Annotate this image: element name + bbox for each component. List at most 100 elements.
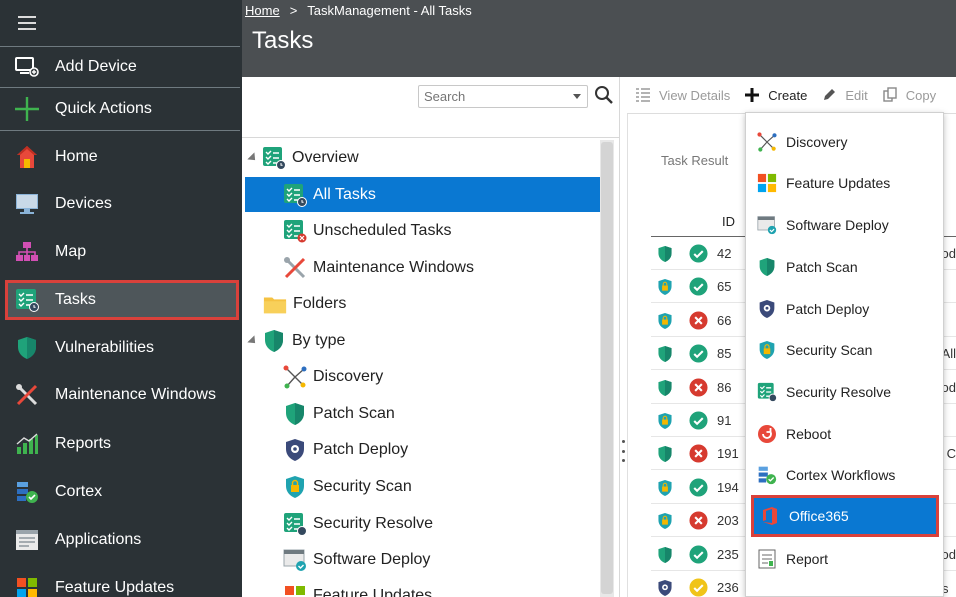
scrollbar-thumb[interactable] <box>601 142 613 594</box>
add-device-icon <box>14 54 40 80</box>
sidebar-item-quick-actions[interactable]: Quick Actions <box>0 89 242 129</box>
sidebar-item-vulnerabilities[interactable]: Vulnerabilities <box>0 329 242 367</box>
security-scan-type-icon <box>657 479 673 497</box>
tree-item-software-deploy[interactable]: Software Deploy <box>283 546 430 574</box>
sidebar-item-map[interactable]: Map <box>0 233 242 271</box>
sidebar-item-feature-updates[interactable]: Feature Updates <box>0 569 242 597</box>
tree-item-label: By type <box>292 332 346 349</box>
id-column-header[interactable]: ID <box>722 214 735 229</box>
sidebar-item-devices[interactable]: Devices <box>0 185 242 223</box>
tree-item-security-scan[interactable]: Security Scan <box>283 473 412 501</box>
list-details-icon <box>635 87 651 103</box>
task-id-cell: 66 <box>717 312 732 328</box>
page-title: Tasks <box>252 27 314 54</box>
panel-resize-grip[interactable] <box>621 440 625 462</box>
task-id-cell: 236 <box>717 580 739 595</box>
menu-item-label: Cortex Workflows <box>786 467 896 483</box>
expand-triangle-icon[interactable] <box>247 335 259 347</box>
tree-item-patch-deploy[interactable]: Patch Deploy <box>283 436 408 464</box>
patch-deploy-shield-icon <box>283 438 307 462</box>
tree-item-security-resolve[interactable]: Security Resolve <box>283 510 433 538</box>
menu-item-feature-updates[interactable]: Feature Updates <box>746 163 943 203</box>
menu-item-discovery[interactable]: Discovery <box>746 122 943 162</box>
applications-icon <box>14 527 40 553</box>
lock-shield-icon <box>757 340 777 360</box>
menu-item-label: Discovery <box>786 134 848 150</box>
menu-item-label: Office365 <box>789 508 849 524</box>
menu-item-patch-scan[interactable]: Patch Scan <box>746 247 943 287</box>
sidebar-item-reports[interactable]: Reports <box>0 425 242 463</box>
folder-icon <box>263 292 287 316</box>
tree-item-label: Patch Deploy <box>313 441 409 458</box>
sidebar-item-maintenance-windows[interactable]: Maintenance Windows <box>0 376 242 414</box>
tree-item-folders[interactable]: Folders <box>263 290 346 318</box>
app-root: Add Device Quick Actions Home Devices Ma… <box>0 0 956 597</box>
tree-item-label: Unscheduled Tasks <box>313 222 452 239</box>
breadcrumb-separator: > <box>289 3 298 18</box>
menu-item-patch-deploy[interactable]: Patch Deploy <box>746 289 943 329</box>
tree-item-all-tasks[interactable]: All Tasks <box>245 177 600 212</box>
tree-item-by-type[interactable]: By type <box>247 327 346 355</box>
breadcrumb-home-link[interactable]: Home <box>245 3 280 18</box>
tree-item-feature-updates[interactable]: Feature Updates <box>283 582 432 597</box>
status-failed-icon <box>689 378 708 397</box>
sidebar-item-label: Vulnerabilities <box>55 339 155 356</box>
edit-button[interactable]: Edit <box>821 87 868 103</box>
shield-icon <box>14 335 40 361</box>
status-success-icon <box>689 478 708 497</box>
sidebar-item-label: Feature Updates <box>55 579 175 596</box>
patch-scan-type-icon <box>657 546 673 564</box>
sidebar-item-add-device[interactable]: Add Device <box>0 48 242 86</box>
plus-icon <box>744 87 760 103</box>
sidebar-item-label: Applications <box>55 531 142 548</box>
tree-item-patch-scan[interactable]: Patch Scan <box>283 400 395 428</box>
search-icon[interactable] <box>594 85 614 105</box>
tree-scrollbar[interactable] <box>600 140 614 597</box>
sidebar-item-home[interactable]: Home <box>0 138 242 176</box>
tree-item-unscheduled-tasks[interactable]: Unscheduled Tasks <box>283 217 451 245</box>
status-success-icon <box>689 244 708 263</box>
monitor-icon <box>14 191 40 217</box>
tree-item-discovery[interactable]: Discovery <box>283 363 383 391</box>
pencil-icon <box>821 87 837 103</box>
tree-item-label: Overview <box>292 149 359 166</box>
sidebar-item-cortex[interactable]: Cortex <box>0 473 242 511</box>
menu-item-label: Report <box>786 551 829 567</box>
menu-item-report[interactable]: Report <box>746 539 943 579</box>
sidebar-item-label: Quick Actions <box>55 100 152 117</box>
copy-button[interactable]: Copy <box>882 87 936 103</box>
status-success-icon <box>689 277 708 296</box>
search-dropdown-caret-icon[interactable] <box>573 94 581 99</box>
menu-item-label: Feature Updates <box>786 175 891 191</box>
view-details-button[interactable]: View Details <box>635 87 730 103</box>
sidebar-item-label: Add Device <box>55 58 137 75</box>
menu-item-cortex-workflows[interactable]: Cortex Workflows <box>746 455 943 495</box>
menu-item-label: Reboot <box>786 426 832 442</box>
sidebar-item-applications[interactable]: Applications <box>0 521 242 559</box>
menu-item-security-resolve[interactable]: Security Resolve <box>746 372 943 412</box>
task-id-cell: 91 <box>717 413 732 428</box>
create-button[interactable]: Create <box>744 87 807 103</box>
task-id-cell: 203 <box>717 513 739 529</box>
tree-item-overview[interactable]: Overview <box>247 144 359 172</box>
toolbar-label: Edit <box>845 87 868 103</box>
tree-item-maintenance-windows[interactable]: Maintenance Windows <box>283 254 474 282</box>
breadcrumb-current: TaskManagement - All Tasks <box>307 3 472 18</box>
tools-icon <box>14 382 40 408</box>
sidebar-item-tasks[interactable]: Tasks <box>5 280 239 320</box>
search-input[interactable] <box>419 86 559 107</box>
menu-item-security-scan[interactable]: Security Scan <box>746 330 943 370</box>
tree-item-label: Maintenance Windows <box>313 259 474 276</box>
tree-item-label: Security Scan <box>313 478 412 495</box>
expand-triangle-icon[interactable] <box>247 152 259 164</box>
sidebar-item-label: Maintenance Windows <box>55 386 216 403</box>
menu-item-reboot[interactable]: Reboot <box>746 414 943 454</box>
menu-item-software-deploy[interactable]: Software Deploy <box>746 205 943 245</box>
search-box[interactable] <box>418 85 588 108</box>
sidebar-item-label: Home <box>55 148 98 165</box>
tasks-icon <box>14 287 40 313</box>
task-id-cell: 85 <box>717 346 732 362</box>
menu-item-office365[interactable]: Office365 <box>751 495 939 537</box>
hamburger-menu-icon[interactable] <box>18 16 36 30</box>
tasks-icon <box>757 382 777 402</box>
